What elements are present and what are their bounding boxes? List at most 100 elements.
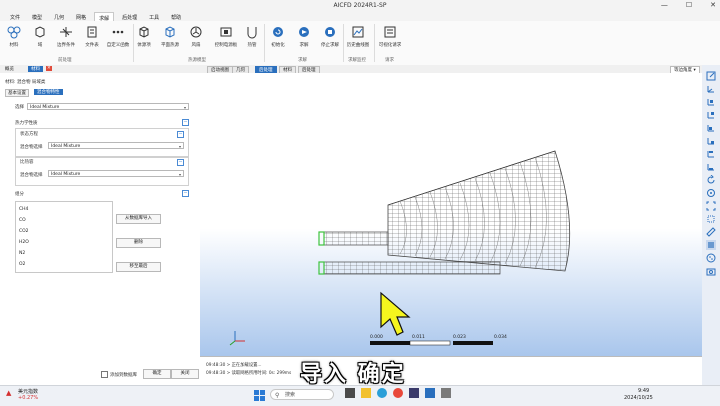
orbit-icon[interactable] bbox=[706, 188, 716, 198]
app-icon[interactable] bbox=[425, 388, 435, 398]
ribbon-solve-button[interactable]: 求解 bbox=[290, 25, 318, 48]
ribbon-plane-source-button[interactable]: 平面热源 bbox=[156, 25, 184, 48]
ribbon: 材料 域 边界条件 文件表 自定义函数 体源项 平面热源 风扇 控制电源板 热管… bbox=[0, 21, 720, 66]
zoom-box-icon[interactable] bbox=[706, 214, 716, 224]
window-title: AICFD 2024R1-SP bbox=[333, 2, 387, 9]
add-db-checkbox-row[interactable]: 添加到数据库 bbox=[101, 371, 137, 378]
ribbon-visualization-button[interactable]: 可视化请求 bbox=[376, 25, 404, 48]
edge-icon[interactable] bbox=[377, 388, 387, 398]
menu-help[interactable]: 帮助 bbox=[167, 12, 185, 21]
fit-view-icon[interactable] bbox=[706, 201, 716, 211]
add-db-checkbox[interactable] bbox=[101, 371, 108, 378]
window-controls: — ☐ ✕ bbox=[661, 1, 716, 9]
list-item[interactable]: H2O bbox=[19, 240, 29, 245]
palette-icon[interactable] bbox=[706, 253, 716, 263]
view-right-icon[interactable] bbox=[706, 136, 716, 146]
delete-button[interactable]: 删除 bbox=[116, 238, 161, 248]
menu-mesh[interactable]: 网格 bbox=[72, 12, 90, 21]
domain-icon bbox=[35, 26, 45, 38]
view-bottom-icon[interactable] bbox=[706, 162, 716, 172]
boundary-icon bbox=[60, 27, 72, 37]
import-db-button[interactable]: 从数据库导入 bbox=[116, 214, 161, 224]
scale-bar-segment bbox=[453, 341, 493, 345]
list-item[interactable]: O2 bbox=[19, 262, 25, 267]
ok-button[interactable]: 确定 bbox=[143, 369, 171, 379]
export-icon[interactable] bbox=[706, 71, 716, 81]
view-left-icon[interactable] bbox=[706, 123, 716, 133]
camera-icon[interactable] bbox=[706, 266, 716, 276]
move-last-button[interactable]: 移至最后 bbox=[116, 262, 161, 272]
ribbon-heatpipe-button[interactable]: 热管 bbox=[238, 25, 266, 48]
close-tab-icon[interactable]: ✕ bbox=[46, 66, 52, 71]
maximize-button[interactable]: ☐ bbox=[686, 1, 692, 9]
view-top-icon[interactable] bbox=[706, 149, 716, 159]
ribbon-filetable-button[interactable]: 文件表 bbox=[78, 25, 106, 48]
ribbon-material-button[interactable]: 材料 bbox=[0, 25, 28, 48]
menu-solve[interactable]: 求解 bbox=[94, 12, 115, 22]
list-item[interactable]: N2 bbox=[19, 251, 25, 256]
cp-section: 比热容 − 混合物选择 Ideal Mixture ▾ bbox=[15, 156, 189, 186]
widget-title[interactable]: 美元指数 bbox=[18, 388, 38, 395]
list-item[interactable]: CO2 bbox=[19, 229, 29, 234]
list-item[interactable]: CH4 bbox=[19, 207, 28, 212]
eos-section: 状态方程 − 混合物选择 Ideal Mixture ▾ bbox=[15, 128, 189, 158]
view-toolbar bbox=[702, 65, 720, 385]
windows-start-icon[interactable] bbox=[254, 390, 265, 401]
menu-file[interactable]: 文件 bbox=[6, 12, 24, 21]
group-solve: 求解 bbox=[298, 58, 307, 63]
chrome-icon[interactable] bbox=[393, 388, 403, 398]
tab-overview[interactable]: 概览 bbox=[2, 66, 17, 72]
ribbon-history-button[interactable]: 历史曲线图 bbox=[344, 25, 372, 48]
mesh-model bbox=[229, 150, 571, 346]
menu-geometry[interactable]: 几何 bbox=[50, 12, 68, 21]
rotate-icon[interactable] bbox=[706, 175, 716, 185]
display-mode-icon[interactable] bbox=[706, 240, 716, 250]
menu-tools[interactable]: 工具 bbox=[145, 12, 163, 21]
task-view-icon[interactable] bbox=[345, 388, 355, 398]
ribbon-udf-button[interactable]: 自定义函数 bbox=[104, 25, 132, 48]
mix-select-label: 混合物选择 bbox=[20, 145, 43, 150]
chevron-down-icon: ▾ bbox=[178, 172, 181, 177]
eos-label: 状态方程 bbox=[20, 132, 38, 137]
view-back-icon[interactable] bbox=[706, 110, 716, 120]
collapse-icon[interactable]: − bbox=[182, 190, 189, 197]
play-icon bbox=[299, 27, 309, 37]
subtab-mixture[interactable]: 混合物特性 bbox=[34, 89, 63, 95]
app-icon[interactable] bbox=[441, 388, 451, 398]
menu-postprocess[interactable]: 后处理 bbox=[118, 12, 141, 21]
video-subtitle: 导入 确定 bbox=[300, 362, 406, 387]
axes-icon[interactable] bbox=[706, 84, 716, 94]
ribbon-fan-button[interactable]: 风扇 bbox=[182, 25, 210, 48]
collapse-icon[interactable]: − bbox=[177, 131, 184, 138]
ribbon-boundary-button[interactable]: 边界条件 bbox=[52, 25, 80, 48]
close-panel-button[interactable]: 关闭 bbox=[171, 369, 199, 379]
select-dropdown[interactable]: Ideal Mixture ▾ bbox=[27, 103, 189, 110]
ribbon-domain-button[interactable]: 域 bbox=[26, 25, 54, 48]
taskbar-search[interactable]: ⚲ 搜索 bbox=[270, 389, 334, 400]
view-front-icon[interactable] bbox=[706, 97, 716, 107]
pcb-icon bbox=[220, 27, 232, 37]
collapse-icon[interactable]: − bbox=[177, 159, 184, 166]
ribbon-stop-button[interactable]: 停止求解 bbox=[316, 25, 344, 48]
ribbon-initialize-button[interactable]: 初始化 bbox=[264, 25, 292, 48]
close-button[interactable]: ✕ bbox=[710, 1, 716, 9]
minimize-button[interactable]: — bbox=[661, 1, 668, 9]
visualization-icon bbox=[384, 26, 396, 38]
inlet-boundary bbox=[318, 231, 325, 246]
select-label: 选择 bbox=[15, 105, 24, 110]
file-explorer-icon[interactable] bbox=[361, 388, 371, 398]
ribbon-volume-source-button[interactable]: 体源项 bbox=[130, 25, 158, 48]
cp-dropdown[interactable]: Ideal Mixture ▾ bbox=[48, 170, 184, 177]
collapse-icon[interactable]: − bbox=[182, 119, 189, 126]
ribbon-pcb-button[interactable]: 控制电源板 bbox=[212, 25, 240, 48]
subtab-basic[interactable]: 基本设置 bbox=[5, 89, 29, 97]
menu-model[interactable]: 模型 bbox=[28, 12, 46, 21]
console-output[interactable]: 09:48:30 > 正在加载设置... 09:48:30 > 读取网格所用时间… bbox=[200, 356, 702, 386]
viewport[interactable]: 0.000 0.011 0.023 0.034 bbox=[200, 73, 702, 356]
app-icon[interactable] bbox=[409, 388, 419, 398]
ruler-icon[interactable] bbox=[706, 227, 716, 237]
tab-material[interactable]: 材料 bbox=[28, 66, 43, 72]
components-list[interactable]: CH4 CO CO2 H2O N2 O2 bbox=[15, 201, 113, 273]
eos-dropdown[interactable]: Ideal Mixture ▾ bbox=[48, 142, 184, 149]
list-item[interactable]: CO bbox=[19, 218, 26, 223]
